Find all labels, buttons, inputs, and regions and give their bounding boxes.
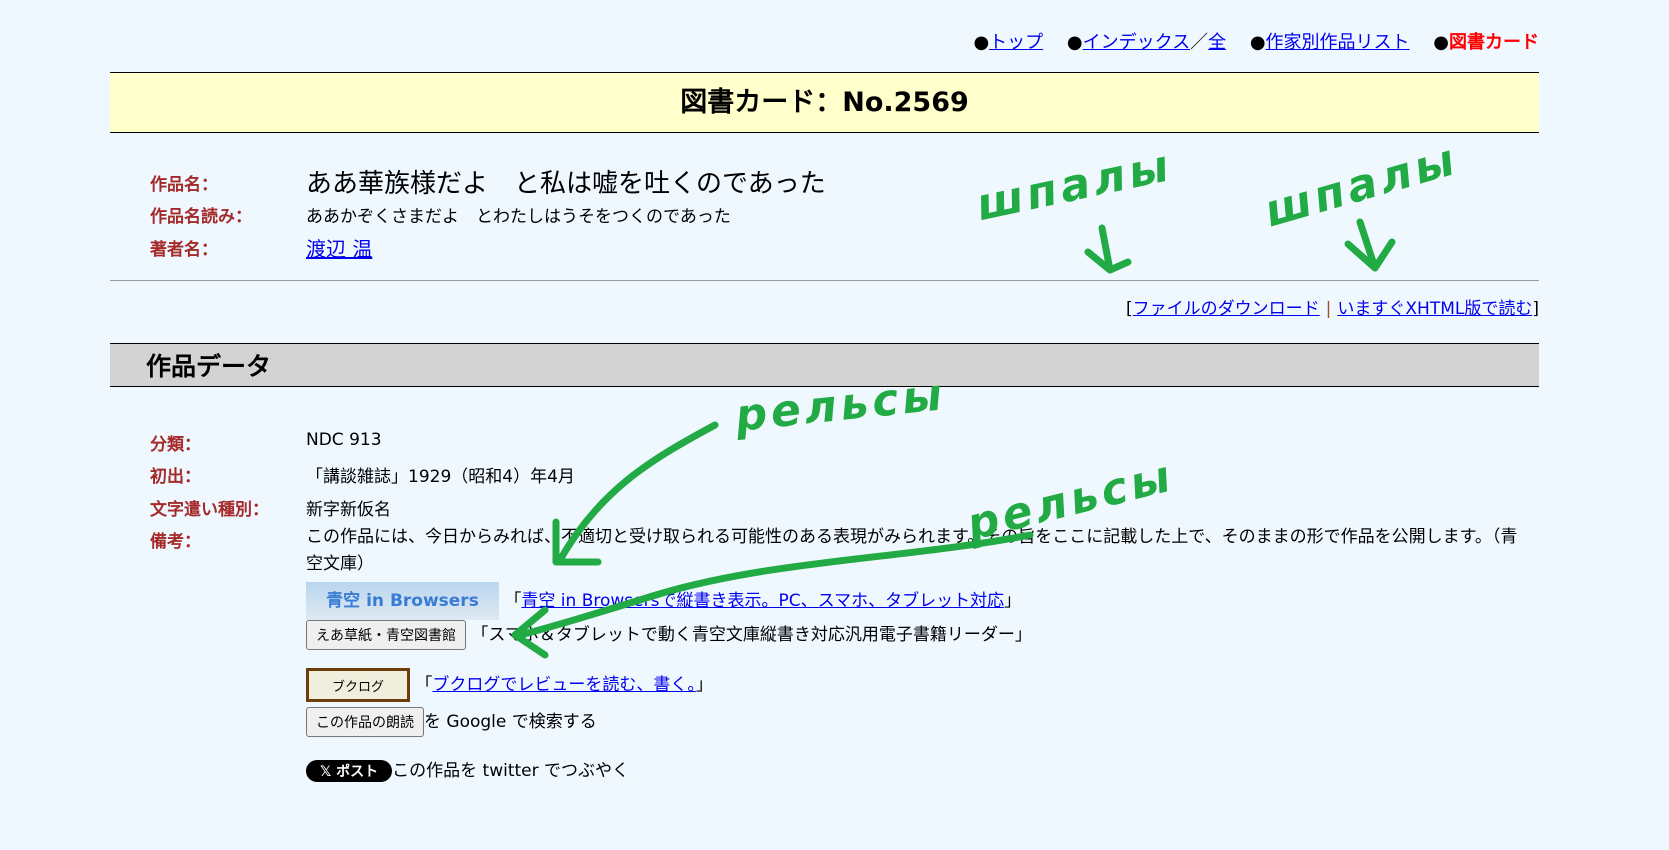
arrow-left-icon — [511, 531, 1034, 659]
arrow-down-icon — [1084, 224, 1132, 274]
arrow-down-icon — [1344, 218, 1396, 272]
arrow-left-icon — [552, 421, 719, 566]
